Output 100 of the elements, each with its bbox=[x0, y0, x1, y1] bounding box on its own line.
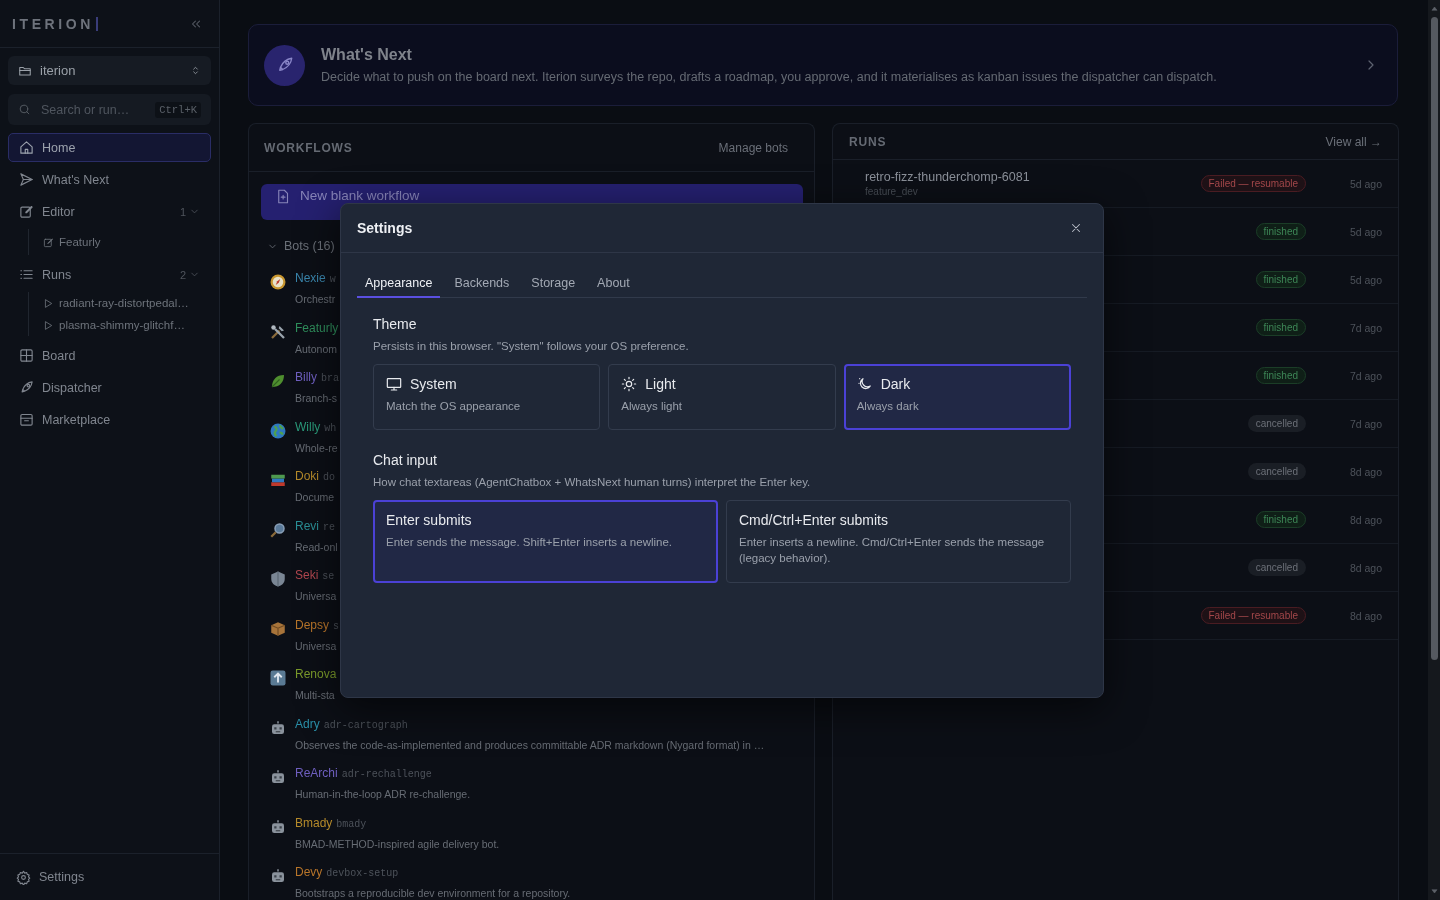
tools-icon bbox=[269, 322, 287, 341]
box-icon bbox=[269, 619, 287, 638]
status-badge: cancelled bbox=[1247, 559, 1306, 576]
status-badge: finished bbox=[1255, 223, 1306, 240]
shield-icon bbox=[269, 570, 287, 588]
bot-description: Bootstraps a reproducible dev environment for a repository. bbox=[295, 887, 571, 899]
home-icon bbox=[19, 140, 34, 155]
settings-tab[interactable]: Backends bbox=[446, 269, 518, 298]
panel-title: WORKFLOWS bbox=[264, 140, 353, 155]
run-age: 8d ago bbox=[1348, 513, 1382, 526]
manage-bots-link[interactable]: Manage bots bbox=[718, 140, 788, 155]
bot-slug: bmady bbox=[336, 818, 367, 830]
nav-item[interactable]: Runs 2 bbox=[8, 260, 211, 289]
nav-item[interactable]: Dispatcher bbox=[8, 373, 211, 402]
bot-slug: adr-rechallenge bbox=[341, 769, 432, 780]
robot-icon bbox=[269, 718, 287, 737]
arrow-up-icon bbox=[269, 669, 287, 687]
robot-icon bbox=[269, 817, 287, 836]
bot-description: Universa bbox=[295, 590, 337, 602]
bot-name[interactable]: Doki bbox=[295, 469, 319, 483]
status-badge: cancelled bbox=[1247, 463, 1306, 480]
status-badge: cancelled bbox=[1247, 415, 1306, 432]
sun-icon bbox=[621, 376, 638, 392]
bot-name[interactable]: Depsy bbox=[295, 617, 329, 632]
bot-name[interactable]: ReArchi bbox=[295, 766, 338, 780]
bot-description: BMAD-METHOD-inspired agile delivery bot. bbox=[295, 837, 500, 850]
section-hint: How chat textareas (AgentChatbox + WhatsNext human turns) interpret the Enter key. bbox=[373, 476, 812, 488]
robot-icon bbox=[269, 867, 287, 885]
magnifier-icon bbox=[269, 520, 287, 539]
option-card[interactable]: Light Always light bbox=[608, 364, 836, 430]
list-icon bbox=[19, 267, 34, 282]
option-description: Always dark bbox=[856, 399, 920, 414]
bot-description: Observes the code-as-implemented and produces committable ADR markdown (Nygard format) in … bbox=[295, 738, 765, 751]
bot-description: Autonom bbox=[295, 342, 339, 355]
bot-name[interactable]: Devy bbox=[295, 865, 323, 879]
send-icon bbox=[19, 172, 34, 187]
nav-item[interactable]: Marketplace bbox=[8, 405, 211, 434]
shortcut-hint: Ctrl+K bbox=[155, 101, 201, 118]
nav-item[interactable]: Editor 1 bbox=[8, 197, 211, 226]
status-badge: finished bbox=[1255, 367, 1306, 384]
settings-tab[interactable]: Appearance bbox=[357, 269, 441, 298]
scrollbar-thumb[interactable] bbox=[1430, 17, 1438, 660]
dialog-title: Settings bbox=[357, 220, 413, 236]
new-file-icon bbox=[275, 189, 290, 204]
nav-subitem[interactable]: radiant-ray-distortpedal… bbox=[41, 292, 211, 314]
bot-slug: bra bbox=[321, 373, 340, 384]
bot-name[interactable]: Billy bbox=[295, 370, 317, 384]
project-select[interactable]: iterion bbox=[8, 56, 211, 85]
option-card[interactable]: System Match the OS appearance bbox=[373, 364, 601, 430]
robot-icon bbox=[269, 768, 287, 786]
bot-name[interactable]: Adry bbox=[295, 716, 320, 731]
nav-subitem[interactable]: Featurly bbox=[41, 229, 211, 255]
scrollbar[interactable] bbox=[1428, 0, 1440, 900]
run-age: 7d ago bbox=[1348, 321, 1382, 334]
option-label: Light bbox=[645, 376, 676, 392]
nav-subitem[interactable]: plasma-shimmy-glitchf… bbox=[41, 314, 211, 336]
run-name[interactable]: retro-fizz-thunderchomp-6081 bbox=[865, 170, 1201, 184]
settings-icon bbox=[16, 869, 31, 885]
bot-name[interactable]: Nexie bbox=[295, 271, 326, 285]
settings-tab[interactable]: About bbox=[589, 269, 638, 298]
nav-item[interactable]: Board bbox=[8, 341, 211, 370]
bot-name[interactable]: Seki bbox=[295, 568, 319, 582]
bots-group-toggle[interactable]: Bots (16) bbox=[267, 236, 335, 256]
bot-slug: devbox-setup bbox=[326, 868, 399, 879]
bot-name[interactable]: Willy bbox=[295, 419, 321, 434]
panel-title: RUNS bbox=[849, 134, 887, 149]
status-badge: finished bbox=[1255, 271, 1306, 288]
close-icon bbox=[1069, 221, 1083, 235]
whats-next-banner[interactable]: What's Next Decide what to push on the board next. Iterion surveys the repo, drafts a roadmap, you approve, and it materialises as kanban issues the dispatcher can dispatch. bbox=[248, 24, 1398, 106]
bot-name[interactable]: Revi bbox=[295, 518, 319, 533]
option-card[interactable]: Enter submits Enter sends the message. Shift+Enter inserts a newline. bbox=[373, 500, 718, 583]
store-icon bbox=[19, 412, 34, 427]
nav-item[interactable]: Home bbox=[8, 133, 211, 162]
view-all-link[interactable]: View all → bbox=[1325, 134, 1382, 149]
nav-item[interactable]: What's Next bbox=[8, 165, 211, 194]
option-description: Match the OS appearance bbox=[386, 399, 522, 414]
scroll-down-icon bbox=[1429, 887, 1439, 896]
monitor-icon bbox=[386, 376, 402, 392]
bot-description: Branch-s bbox=[295, 392, 338, 404]
edit-icon bbox=[43, 236, 54, 248]
bot-name[interactable]: Renova bbox=[295, 667, 337, 681]
bot-description: Orchestr bbox=[295, 293, 336, 305]
run-age: 5d ago bbox=[1348, 225, 1382, 238]
search-input[interactable]: Search or run… bbox=[39, 101, 148, 118]
settings-button[interactable]: Settings bbox=[16, 869, 85, 885]
option-card[interactable]: Dark Always dark bbox=[843, 364, 1071, 430]
search-field[interactable]: Search or run… Ctrl+K bbox=[8, 94, 211, 125]
option-description: Always light bbox=[621, 399, 684, 414]
settings-tab[interactable]: Storage bbox=[523, 269, 584, 298]
play-icon bbox=[43, 319, 54, 331]
bot-name[interactable]: Bmady bbox=[295, 815, 333, 830]
run-age: 7d ago bbox=[1348, 369, 1382, 382]
close-button[interactable] bbox=[1069, 221, 1083, 235]
bot-description: Universa bbox=[295, 639, 338, 652]
bot-description: Whole-re bbox=[295, 441, 338, 454]
bot-name[interactable]: Featurly bbox=[295, 320, 339, 335]
option-card[interactable]: Cmd/Ctrl+Enter submits Enter inserts a newline. Cmd/Ctrl+Enter sends the message (legacy behavior). bbox=[726, 500, 1071, 583]
scroll-up-icon bbox=[1429, 4, 1439, 13]
run-age: 8d ago bbox=[1348, 561, 1382, 574]
play-icon bbox=[43, 297, 54, 309]
